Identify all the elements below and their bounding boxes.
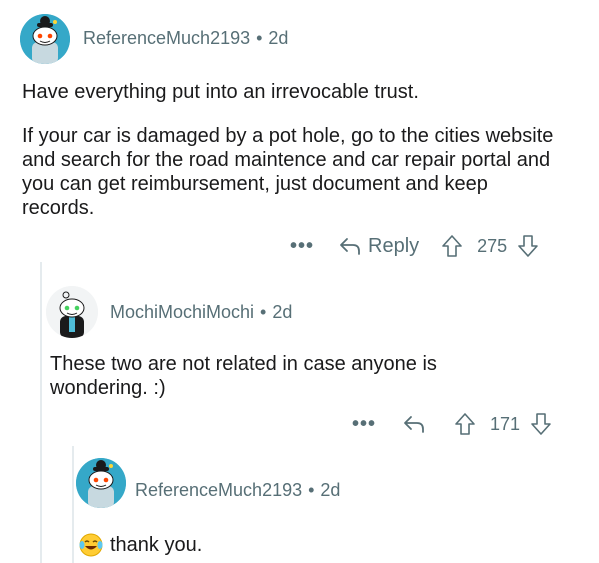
comment-paragraph: If your car is damaged by a pot hole, go… [22,125,554,219]
comment-body: These two are not related in case anyone… [50,352,490,400]
comment-meta: MochiMochiMochi • 2d [110,302,292,323]
comment-text: thank you. [110,534,203,556]
author-name[interactable]: MochiMochiMochi [110,302,254,322]
separator-dot: • [260,302,267,322]
vote-score: 171 [490,413,521,434]
downvote-icon[interactable] [517,234,539,258]
comment-actions: ••• Reply 275 [290,234,539,258]
snoo-avatar-icon [20,14,70,64]
more-options-button[interactable]: ••• [352,413,376,436]
separator-dot: • [308,480,315,500]
downvote-icon[interactable] [530,412,552,436]
reply-label: Reply [368,234,420,257]
thread-line [72,446,74,563]
comment-body: thank you. [78,532,202,558]
upvote-icon[interactable] [454,412,476,436]
snoo-avatar-icon [76,458,126,508]
comment-meta: ReferenceMuch2193 • 2d [135,480,340,501]
thread-line [40,262,42,563]
reply-button[interactable]: Reply [338,235,419,258]
more-options-button[interactable]: ••• [290,235,314,258]
comment-age: 2d [268,28,289,48]
vote-score: 275 [477,235,508,256]
comment-actions: ••• 171 [352,412,552,436]
reply-arrow-icon [340,238,360,255]
avatar[interactable] [46,286,98,338]
comment-paragraph: These two are not related in case anyone… [50,353,437,399]
reply-button[interactable] [402,414,426,434]
avatar[interactable] [20,14,70,64]
upvote-icon[interactable] [441,234,463,258]
author-name[interactable]: ReferenceMuch2193 [135,480,302,500]
reply-arrow-icon [404,416,424,433]
separator-dot: • [256,28,263,48]
avatar[interactable] [76,458,126,508]
author-name[interactable]: ReferenceMuch2193 [83,28,250,48]
snoo-avatar-icon [46,286,98,338]
comment-age: 2d [320,480,341,500]
comment-paragraph: Have everything put into an irrevocable … [22,81,419,103]
comment-meta: ReferenceMuch2193 • 2d [83,28,288,49]
comment-body: Have everything put into an irrevocable … [22,80,562,220]
comment-age: 2d [272,302,293,322]
laughing-tears-emoji-icon [79,533,103,557]
